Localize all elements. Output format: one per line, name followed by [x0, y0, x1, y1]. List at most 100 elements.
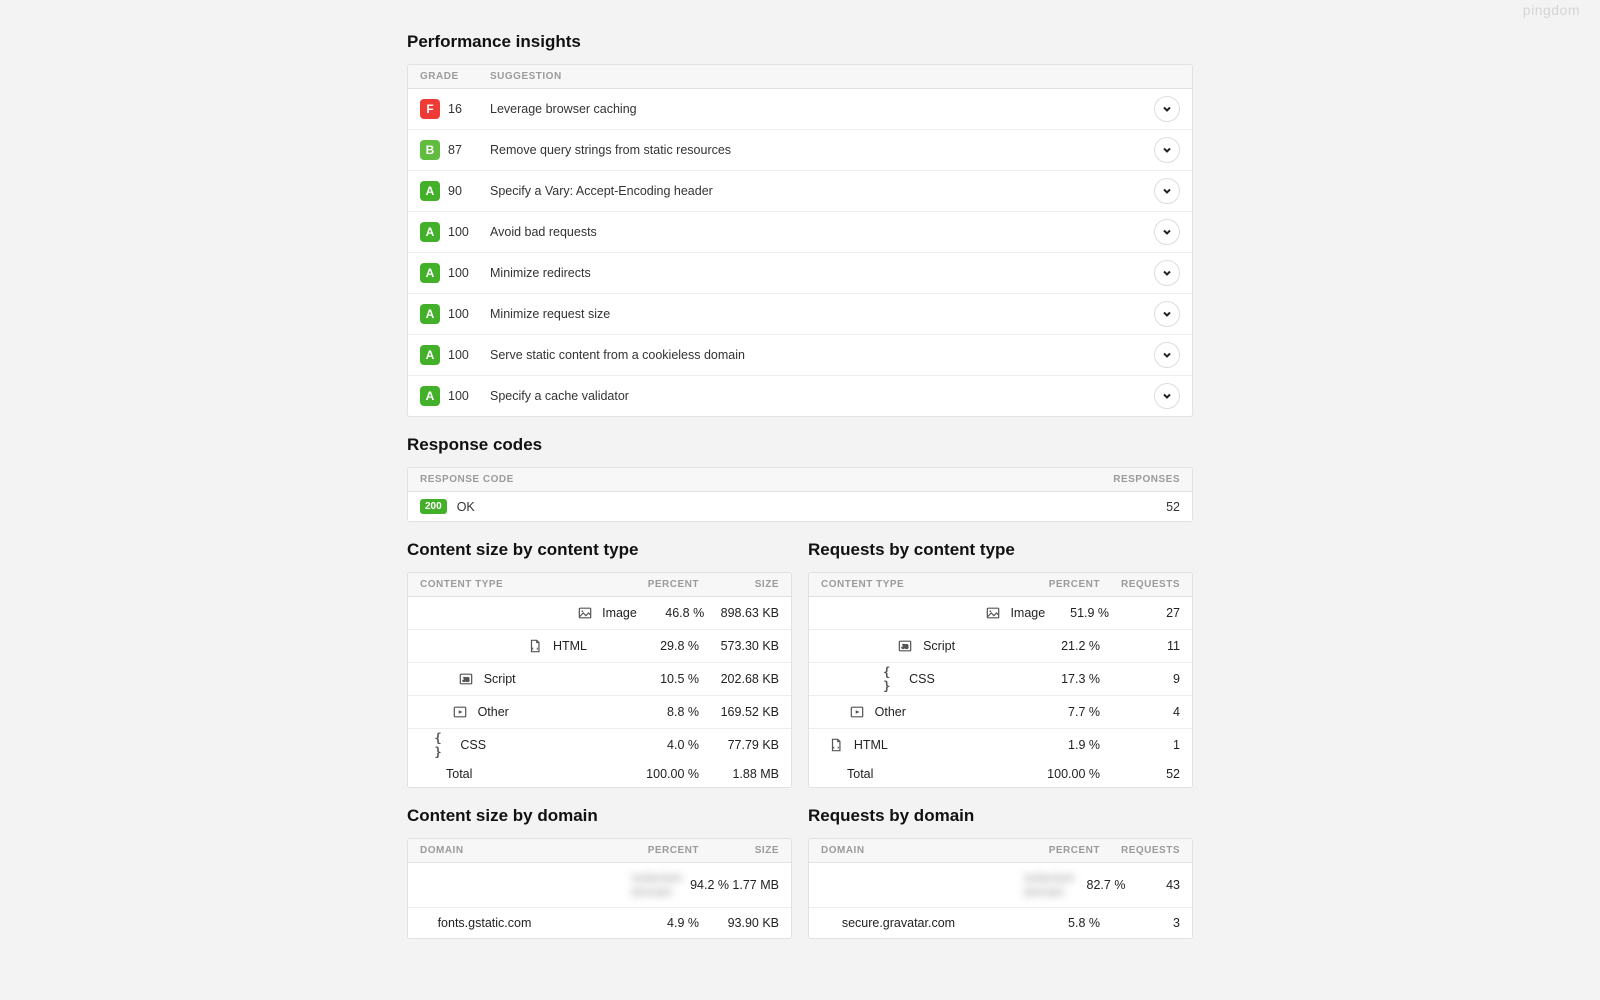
header-content-type: CONTENT TYPE [821, 579, 1028, 590]
insight-row[interactable]: A 90Specify a Vary: Accept-Encoding heade… [408, 171, 1192, 212]
header-percent: PERCENT [1028, 845, 1100, 856]
header-size: SIZE [699, 579, 779, 590]
chevron-down-icon [1162, 143, 1172, 158]
row-percent: 7.7 % [1028, 705, 1100, 719]
row-value: 573.30 KB [699, 639, 779, 653]
insight-row[interactable]: A100Minimize request size [408, 294, 1192, 335]
insight-score: 87 [448, 143, 490, 157]
expand-button[interactable] [1154, 342, 1180, 368]
expand-button[interactable] [1154, 219, 1180, 245]
table-row: HTML1.9 %1 [809, 729, 1192, 761]
html-icon [828, 737, 844, 753]
insight-suggestion: Specify a Vary: Accept-Encoding header [490, 184, 1154, 198]
response-code-row: 200 OK 52 [408, 492, 1192, 521]
chevron-down-icon [1162, 266, 1172, 281]
expand-button[interactable] [1154, 137, 1180, 163]
row-percent: 10.5 % [627, 672, 699, 686]
svg-text:JS: JS [462, 678, 469, 684]
insight-row[interactable]: A 100Avoid bad requests [408, 212, 1192, 253]
row-value: 9 [1100, 672, 1180, 686]
css-icon: { } [883, 671, 899, 687]
row-value: 1.77 MB [729, 878, 779, 892]
other-icon [849, 704, 865, 720]
table-row: HTML29.8 %573.30 KB [408, 630, 791, 663]
response-count: 52 [1166, 500, 1180, 514]
insight-suggestion: Avoid bad requests [490, 225, 1154, 239]
status-text: OK [457, 500, 475, 514]
header-grade: GRADE [420, 71, 490, 82]
expand-button[interactable] [1154, 383, 1180, 409]
expand-button[interactable] [1154, 178, 1180, 204]
grade-badge: F [420, 99, 440, 119]
row-value: 1 [1100, 738, 1180, 752]
insight-score: 100 [448, 389, 490, 403]
header-response-code: RESPONSE CODE [420, 474, 514, 485]
row-label: fonts.gstatic.com [438, 916, 627, 930]
row-label: redacted-domain [631, 871, 684, 899]
header-responses: RESPONSES [1113, 474, 1180, 485]
insight-score: 16 [448, 102, 490, 116]
expand-button[interactable] [1154, 260, 1180, 286]
total-percent: 100.00 % [1028, 767, 1100, 781]
expand-button[interactable] [1154, 96, 1180, 122]
insight-suggestion: Minimize request size [490, 307, 1154, 321]
header-percent: PERCENT [1028, 579, 1100, 590]
row-value: 202.68 KB [699, 672, 779, 686]
table-row: { }CSS4.0 %77.79 KB [408, 729, 791, 761]
grade-badge: A [420, 222, 440, 242]
insight-row[interactable]: F16Leverage browser caching [408, 89, 1192, 130]
expand-button[interactable] [1154, 301, 1180, 327]
script-icon: JS [458, 671, 474, 687]
row-value: 898.63 KB [704, 606, 779, 620]
insight-row[interactable]: A 100Serve static content from a cookiele… [408, 335, 1192, 376]
insight-suggestion: Serve static content from a cookieless d… [490, 348, 1154, 362]
row-value: 4 [1100, 705, 1180, 719]
insight-score: 90 [448, 184, 490, 198]
status-code-badge: 200 [420, 499, 447, 514]
table-row: Other8.8 %169.52 KB [408, 696, 791, 729]
row-value: 169.52 KB [699, 705, 779, 719]
row-label: secure.gravatar.com [842, 916, 1028, 930]
row-value: 3 [1100, 916, 1180, 930]
row-percent: 17.3 % [1028, 672, 1100, 686]
row-percent: 82.7 % [1076, 878, 1125, 892]
requests-by-domain-title: Requests by domain [808, 806, 1193, 826]
insight-row[interactable]: A100Minimize redirects [408, 253, 1192, 294]
grade-badge: A [420, 181, 440, 201]
requests-by-domain-panel: DOMAIN PERCENT REQUESTS redacted-domain8… [808, 838, 1193, 939]
header-domain: DOMAIN [420, 845, 627, 856]
row-percent: 4.9 % [627, 916, 699, 930]
script-icon: JS [897, 638, 913, 654]
total-label: Total [446, 767, 627, 781]
insight-score: 100 [448, 348, 490, 362]
response-codes-panel: RESPONSE CODE RESPONSES 200 OK 52 [407, 467, 1193, 522]
chevron-down-icon [1162, 389, 1172, 404]
header-requests: REQUESTS [1100, 845, 1180, 856]
header-suggestion: SUGGESTION [490, 71, 1180, 82]
table-row: Other7.7 %4 [809, 696, 1192, 729]
performance-insights-panel: GRADE SUGGESTION F16Leverage browser cac… [407, 64, 1193, 417]
total-value: 52 [1100, 767, 1180, 781]
grade-badge: A [420, 263, 440, 283]
chevron-down-icon [1162, 307, 1172, 322]
total-percent: 100.00 % [627, 767, 699, 781]
header-percent: PERCENT [627, 845, 699, 856]
content-size-domain-panel: DOMAIN PERCENT SIZE redacted-domain94.2 … [407, 838, 792, 939]
chevron-down-icon [1162, 225, 1172, 240]
table-row: secure.gravatar.com5.8 %3 [809, 908, 1192, 938]
insight-row[interactable]: A100Specify a cache validator [408, 376, 1192, 416]
grade-badge: A [420, 345, 440, 365]
grade-badge: A [420, 304, 440, 324]
row-label: CSS [460, 738, 627, 752]
html-icon [527, 638, 543, 654]
grade-badge: A [420, 386, 440, 406]
requests-by-type-title: Requests by content type [808, 540, 1193, 560]
total-label: Total [847, 767, 1028, 781]
row-label: HTML [553, 639, 627, 653]
row-label: redacted-domain [1024, 871, 1077, 899]
image-icon [577, 605, 592, 621]
table-row: JSScript21.2 %11 [809, 630, 1192, 663]
insight-score: 100 [448, 225, 490, 239]
insight-row[interactable]: B87Remove query strings from static reso… [408, 130, 1192, 171]
table-row: Image46.8 %898.63 KB [408, 597, 791, 630]
